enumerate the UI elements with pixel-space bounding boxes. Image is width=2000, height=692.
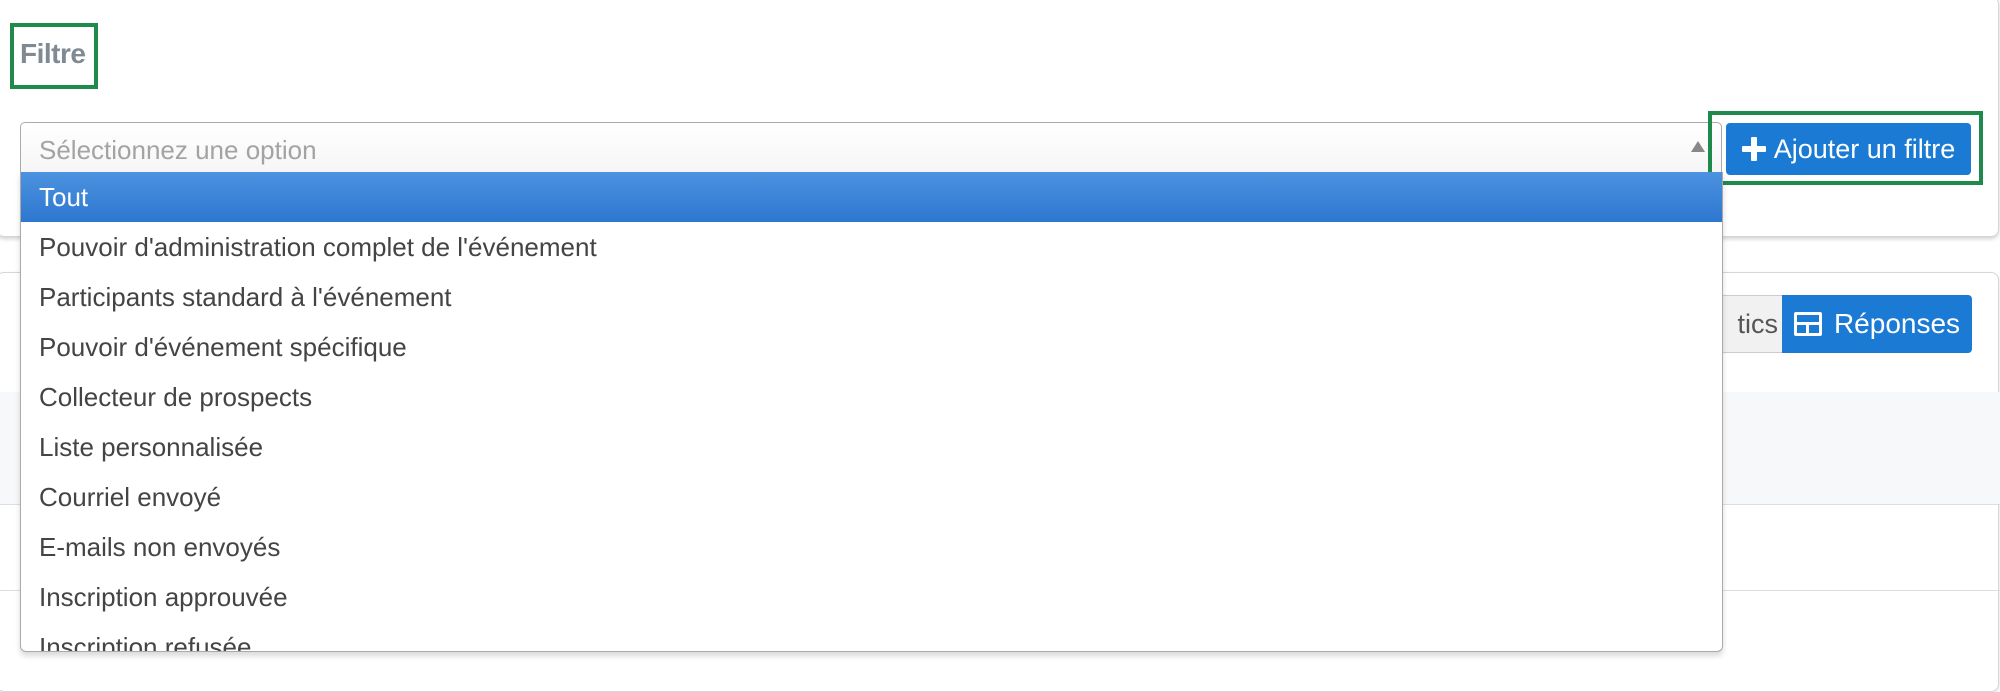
select-placeholder: Sélectionnez une option — [39, 135, 317, 165]
filter-dropdown-list: Tout Pouvoir d'administration complet de… — [20, 172, 1723, 652]
dropdown-option[interactable]: Courriel envoyé — [21, 472, 1722, 522]
dropdown-option[interactable]: Liste personnalisée — [21, 422, 1722, 472]
dropdown-option[interactable]: Inscription approuvée — [21, 572, 1722, 622]
add-filter-label: Ajouter un filtre — [1773, 133, 1956, 164]
responses-label: Réponses — [1833, 308, 1961, 339]
dropdown-option[interactable]: Pouvoir d'administration complet de l'év… — [21, 222, 1722, 272]
filter-select[interactable]: Sélectionnez une option — [20, 122, 1722, 172]
statistics-label: tics — [1737, 308, 1779, 339]
dropdown-option[interactable]: Participants standard à l'événement — [21, 272, 1722, 322]
dropdown-option[interactable]: Tout — [21, 172, 1722, 222]
dropdown-option[interactable]: Inscription refusée — [21, 622, 1722, 651]
responses-button[interactable]: Réponses — [1782, 295, 1972, 353]
plus-icon — [1741, 137, 1766, 161]
table-grid-icon — [1793, 312, 1822, 336]
add-filter-button[interactable]: Ajouter un filtre — [1726, 123, 1971, 175]
dropdown-option[interactable]: Collecteur de prospects — [21, 372, 1722, 422]
triangle-up-icon — [1691, 141, 1705, 152]
filter-title: Filtre — [20, 38, 86, 69]
dropdown-option[interactable]: Pouvoir d'événement spécifique — [21, 322, 1722, 372]
dropdown-option[interactable]: E-mails non envoyés — [21, 522, 1722, 572]
